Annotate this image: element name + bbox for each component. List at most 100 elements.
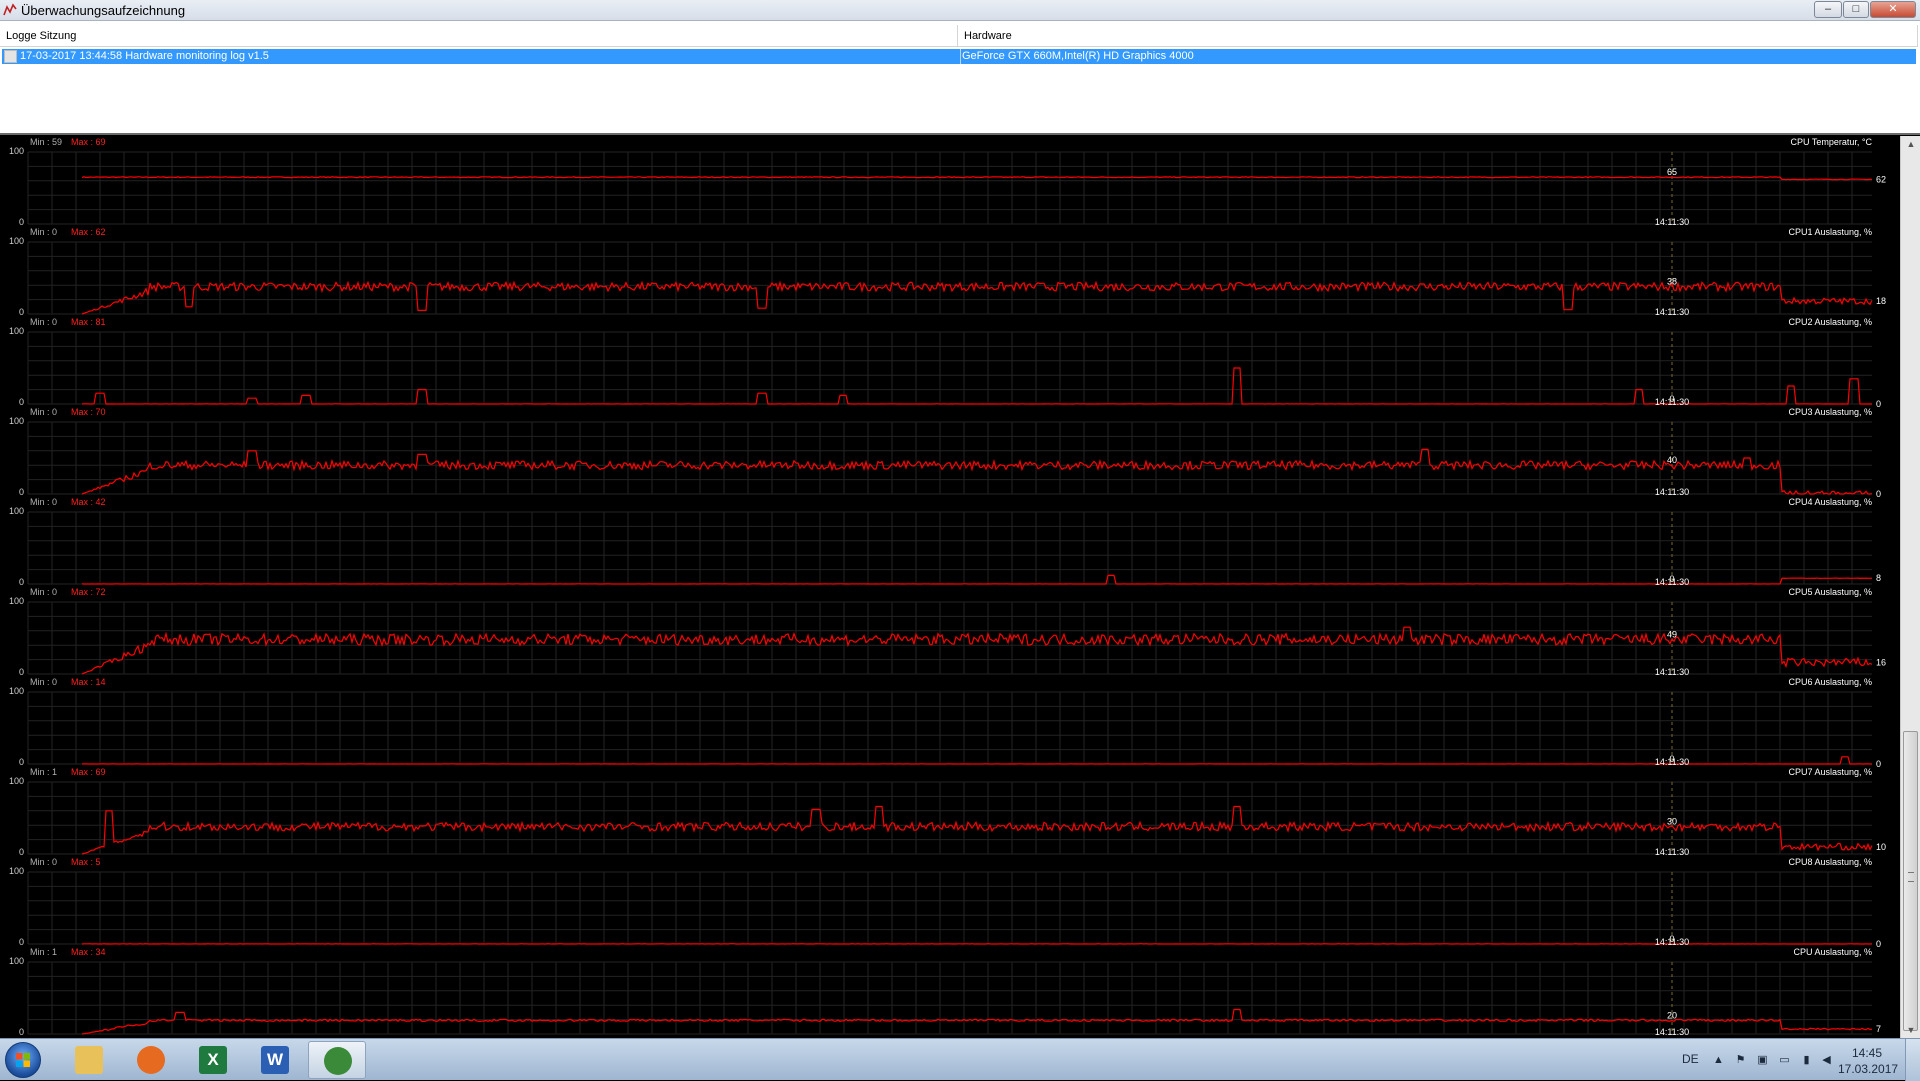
cursor-value: 30 — [1667, 817, 1677, 827]
table-row[interactable]: 17-03-2017 13:44:58 Hardware monitoring … — [2, 49, 1916, 64]
graph-panel[interactable]: 1000Min : 0Max : 42CPU4 Auslastung, %014… — [9, 497, 1881, 587]
column-header-hardware[interactable]: Hardware — [958, 25, 1918, 47]
y-tick-max: 100 — [9, 146, 24, 156]
y-tick-min: 0 — [19, 667, 24, 677]
graph-title: CPU1 Auslastung, % — [1788, 227, 1872, 237]
min-label: Min : 0 — [30, 587, 57, 597]
series-line — [82, 368, 1872, 404]
y-tick-max: 100 — [9, 326, 24, 336]
network-signal-icon[interactable]: ▮ — [1800, 1055, 1813, 1066]
y-tick-max: 100 — [9, 686, 24, 696]
min-label: Min : 1 — [30, 947, 57, 957]
start-button[interactable] — [5, 1042, 41, 1078]
row-checkbox[interactable] — [4, 50, 17, 63]
current-value: 62 — [1876, 174, 1886, 184]
y-tick-max: 100 — [9, 596, 24, 606]
taskbar-excel-button[interactable]: X — [184, 1041, 242, 1079]
graph-panel[interactable]: 1000Min : 0Max : 14CPU6 Auslastung, %014… — [9, 677, 1881, 769]
show-desktop-button[interactable] — [1905, 1039, 1920, 1081]
volume-icon[interactable]: ◀ — [1820, 1055, 1833, 1066]
graph-title: CPU8 Auslastung, % — [1788, 857, 1872, 867]
scroll-up-arrow[interactable]: ▲ — [1904, 138, 1918, 150]
graph-title: CPU3 Auslastung, % — [1788, 407, 1872, 417]
taskbar-msi-afterburner-button[interactable] — [308, 1041, 366, 1079]
max-label: Max : 34 — [71, 947, 106, 957]
clock-date[interactable]: 17.03.2017 — [1838, 1062, 1898, 1076]
scroll-down-arrow[interactable]: ▼ — [1904, 1024, 1918, 1036]
taskbar-firefox-button[interactable] — [122, 1041, 180, 1079]
current-value: 0 — [1876, 939, 1881, 949]
firefox-icon — [137, 1046, 165, 1074]
cursor-value: 65 — [1667, 167, 1677, 177]
cursor-time: 14:11:30 — [1655, 847, 1689, 857]
action-center-flag-icon[interactable]: ⚑ — [1734, 1055, 1747, 1066]
min-label: Min : 0 — [30, 677, 57, 687]
y-tick-min: 0 — [19, 397, 24, 407]
cursor-value: 49 — [1667, 629, 1677, 639]
y-tick-min: 0 — [19, 217, 24, 227]
max-label: Max : 42 — [71, 497, 106, 507]
graph-scrollbar[interactable]: ▲ ▼ — [1900, 136, 1920, 1038]
series-line — [82, 1010, 1872, 1035]
graph-title: CPU Auslastung, % — [1793, 947, 1872, 957]
y-tick-min: 0 — [19, 577, 24, 587]
cursor-time: 14:11:30 — [1655, 307, 1689, 317]
window-title: Überwachungsaufzeichnung — [21, 3, 185, 18]
current-value: 8 — [1876, 573, 1881, 583]
graph-panel[interactable]: 1000Min : 0Max : 72CPU5 Auslastung, %491… — [9, 587, 1886, 677]
cursor-time: 14:11:30 — [1655, 487, 1689, 497]
graph-panel[interactable]: 1000Min : 0Max : 70CPU3 Auslastung, %401… — [9, 407, 1881, 499]
current-value: 0 — [1876, 399, 1881, 409]
current-value: 7 — [1876, 1024, 1881, 1034]
language-indicator[interactable]: DE — [1682, 1052, 1699, 1066]
afterburner-icon — [324, 1047, 352, 1075]
cursor-value: 40 — [1667, 455, 1677, 465]
row-divider — [960, 49, 961, 64]
scroll-thumb[interactable] — [1903, 731, 1918, 1031]
graph-panel[interactable]: 1000Min : 1Max : 34CPU Auslastung, %2014… — [9, 947, 1881, 1037]
graph-title: CPU4 Auslastung, % — [1788, 497, 1872, 507]
graph-panel[interactable]: 1000Min : 0Max : 5CPU8 Auslastung, %014:… — [9, 857, 1881, 949]
minimize-button[interactable]: – — [1814, 1, 1842, 18]
graph-panel[interactable]: 1000Min : 0Max : 81CPU2 Auslastung, %014… — [9, 317, 1881, 409]
monitoring-graphs[interactable]: 1000Min : 59Max : 69CPU Temperatur, °C65… — [0, 136, 1900, 1038]
series-line — [82, 575, 1872, 584]
min-label: Min : 0 — [30, 227, 57, 237]
max-label: Max : 62 — [71, 227, 106, 237]
safely-remove-hardware-icon[interactable]: ▣ — [1756, 1055, 1769, 1066]
series-line — [82, 757, 1872, 764]
window-titlebar: Überwachungsaufzeichnung – □ ✕ — [0, 0, 1920, 21]
close-button[interactable]: ✕ — [1870, 1, 1916, 18]
min-label: Min : 59 — [30, 137, 62, 147]
cursor-time: 14:11:30 — [1655, 577, 1689, 587]
graph-panel[interactable]: 1000Min : 0Max : 62CPU1 Auslastung, %381… — [9, 227, 1886, 317]
taskbar-word-button[interactable]: W — [246, 1041, 304, 1079]
graph-panel[interactable]: 1000Min : 1Max : 69CPU7 Auslastung, %301… — [9, 767, 1886, 857]
taskbar-explorer-button[interactable] — [60, 1041, 118, 1079]
word-icon: W — [261, 1046, 289, 1074]
monitor-app-icon — [3, 3, 17, 17]
current-value: 16 — [1876, 657, 1886, 667]
series-line — [82, 177, 1872, 180]
battery-icon[interactable]: ▭ — [1778, 1055, 1791, 1066]
graph-panel[interactable]: 1000Min : 59Max : 69CPU Temperatur, °C65… — [9, 137, 1886, 227]
excel-icon: X — [199, 1046, 227, 1074]
graph-title: CPU5 Auslastung, % — [1788, 587, 1872, 597]
cursor-time: 14:11:30 — [1655, 937, 1689, 947]
graph-title: CPU2 Auslastung, % — [1788, 317, 1872, 327]
max-label: Max : 14 — [71, 677, 106, 687]
cursor-time: 14:11:30 — [1655, 397, 1689, 407]
y-tick-min: 0 — [19, 847, 24, 857]
y-tick-min: 0 — [19, 1027, 24, 1037]
column-header-session[interactable]: Logge Sitzung — [0, 25, 958, 47]
y-tick-max: 100 — [9, 776, 24, 786]
maximize-button[interactable]: □ — [1843, 1, 1869, 18]
cursor-time: 14:11:30 — [1655, 757, 1689, 767]
clock-time[interactable]: 14:45 — [1852, 1046, 1882, 1060]
show-hidden-icons-icon[interactable]: ▲ — [1712, 1055, 1725, 1066]
session-list: Logge Sitzung Hardware 17-03-2017 13:44:… — [0, 21, 1920, 135]
series-line — [82, 282, 1872, 314]
current-value: 0 — [1876, 759, 1881, 769]
y-tick-max: 100 — [9, 506, 24, 516]
max-label: Max : 69 — [71, 767, 106, 777]
